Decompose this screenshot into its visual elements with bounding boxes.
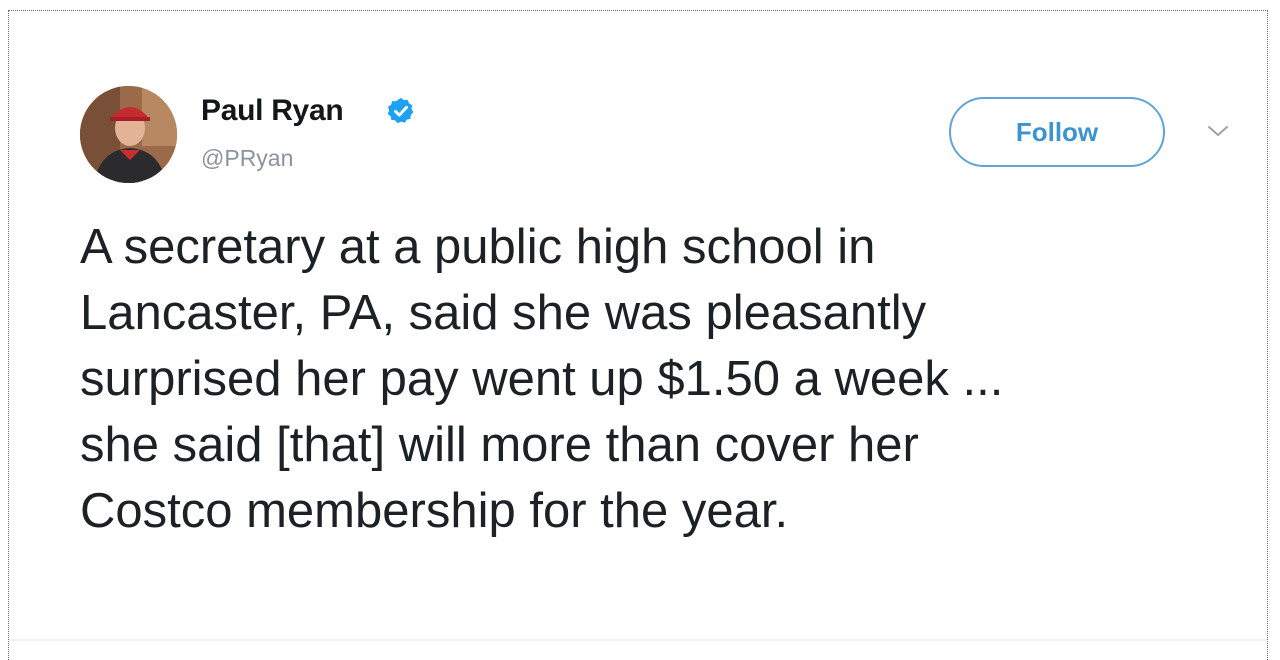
avatar[interactable] — [80, 86, 177, 183]
author-handle[interactable]: @PRyan — [201, 145, 293, 172]
avatar-photo — [80, 86, 177, 183]
chevron-down-icon[interactable] — [1205, 122, 1231, 140]
author-name[interactable]: Paul Ryan — [201, 94, 344, 128]
tweet-text-line: Lancaster, PA, said she was pleasantly — [80, 286, 927, 340]
divider — [9, 639, 1267, 641]
tweet-card: Paul Ryan @PRyan Follow A secretary at a… — [0, 0, 1280, 654]
tweet-text-line: A secretary at a public high school in — [80, 220, 876, 274]
tweet-text-line: Costco membership for the year. — [80, 484, 789, 538]
tweet-text-line: surprised her pay went up $1.50 a week .… — [80, 352, 1004, 406]
follow-button[interactable]: Follow — [949, 97, 1165, 167]
verified-badge-icon — [387, 97, 414, 124]
tweet-text-line: she said [that] will more than cover her — [80, 418, 919, 472]
tweet-text: A secretary at a public high school in L… — [80, 214, 1210, 544]
